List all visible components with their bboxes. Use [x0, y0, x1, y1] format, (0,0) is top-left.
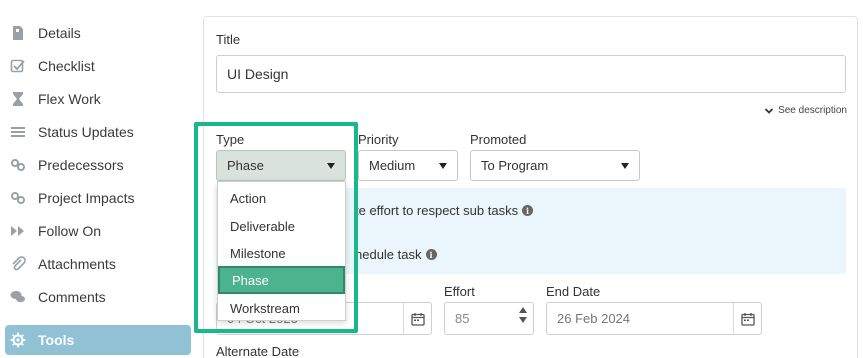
dropdown-option-milestone[interactable]: Milestone — [218, 239, 345, 267]
calendar-button[interactable] — [733, 303, 761, 334]
list-icon — [10, 124, 26, 140]
priority-select[interactable]: Medium — [358, 150, 458, 181]
dropdown-option-workstream[interactable]: Workstream — [218, 294, 345, 322]
effort-input[interactable]: 85 — [444, 302, 534, 335]
sidebar-item-checklist[interactable]: Checklist — [5, 51, 191, 81]
title-label: Title — [216, 32, 241, 47]
caret-down-icon — [327, 163, 335, 169]
priority-select-value: Medium — [369, 158, 416, 173]
sidebar-item-project-impacts[interactable]: Project Impacts — [5, 183, 191, 213]
document-icon — [10, 25, 26, 41]
sidebar-item-details[interactable]: Details — [5, 18, 191, 48]
dropdown-option-deliverable[interactable]: Deliverable — [218, 212, 345, 240]
sidebar-item-predecessors[interactable]: Predecessors — [5, 150, 191, 180]
info-line-effort-text: te effort to respect sub tasks — [355, 203, 519, 218]
info-line-effort: te effort to respect sub tasks i — [355, 203, 534, 218]
info-icon[interactable]: i — [522, 205, 534, 216]
type-dropdown-list: Action Deliverable Milestone Phase Works… — [217, 181, 346, 321]
type-label: Type — [216, 132, 245, 147]
alternate-date-label: Alternate Date — [216, 344, 300, 358]
info-icon[interactable]: i — [425, 249, 437, 260]
title-input[interactable]: UI Design — [216, 55, 846, 93]
calendar-button[interactable] — [403, 303, 431, 334]
sidebar-item-label: Predecessors — [38, 157, 124, 173]
sidebar-item-label: Flex Work — [38, 91, 101, 107]
sidebar-item-label: Tools — [38, 332, 75, 348]
sidebar-item-label: Follow On — [38, 223, 102, 239]
sidebar-item-comments[interactable]: Comments — [5, 282, 191, 312]
caret-down-icon — [621, 163, 629, 169]
stepper-up-icon[interactable] — [519, 307, 527, 313]
link-icon — [10, 190, 26, 206]
link-icon — [10, 157, 26, 173]
dropdown-option-action[interactable]: Action — [218, 184, 345, 212]
paperclip-icon — [10, 256, 26, 272]
priority-label: Priority — [358, 132, 399, 147]
info-line-schedule-text: hedule task — [355, 247, 422, 262]
promoted-select[interactable]: To Program — [470, 150, 640, 181]
sidebar-item-flex-work[interactable]: Flex Work — [5, 84, 191, 114]
checkbox-icon — [10, 58, 26, 74]
effort-label: Effort — [444, 284, 475, 299]
end-date-label: End Date — [546, 284, 601, 299]
sidebar-item-follow-on[interactable]: Follow On — [5, 216, 191, 246]
effort-stepper[interactable] — [519, 307, 527, 323]
dropdown-option-phase[interactable]: Phase — [218, 266, 345, 294]
promoted-select-value: To Program — [481, 158, 549, 173]
end-date-value: 26 Feb 2024 — [557, 311, 631, 326]
sidebar-item-label: Attachments — [38, 256, 116, 272]
promoted-label: Promoted — [470, 132, 527, 147]
sidebar-item-label: Details — [38, 25, 81, 41]
sidebar: Details Checklist Flex Work Status Updat… — [0, 0, 196, 358]
calendar-icon — [740, 312, 755, 326]
type-select[interactable]: Phase — [216, 150, 346, 181]
type-select-value: Phase — [227, 158, 264, 173]
calendar-icon — [410, 312, 425, 326]
effort-value: 85 — [455, 311, 470, 326]
info-line-schedule: hedule task i — [355, 247, 437, 262]
sidebar-item-label: Comments — [38, 289, 106, 305]
chevron-down-icon — [764, 107, 774, 114]
sidebar-item-tools[interactable]: Tools — [5, 325, 191, 355]
sidebar-item-label: Checklist — [38, 58, 95, 74]
end-date-input[interactable]: 26 Feb 2024 — [546, 302, 762, 335]
sidebar-item-label: Status Updates — [38, 124, 134, 140]
see-description-link[interactable]: See description — [764, 105, 847, 116]
sidebar-item-attachments[interactable]: Attachments — [5, 249, 191, 279]
sidebar-item-label: Project Impacts — [38, 190, 135, 206]
hourglass-icon — [10, 91, 26, 107]
comments-icon — [10, 289, 26, 305]
sidebar-item-status-updates[interactable]: Status Updates — [5, 117, 191, 147]
gear-icon — [10, 332, 26, 348]
stepper-down-icon[interactable] — [519, 317, 527, 323]
see-description-label: See description — [778, 105, 847, 116]
caret-down-icon — [439, 163, 447, 169]
fast-forward-icon — [10, 223, 26, 239]
